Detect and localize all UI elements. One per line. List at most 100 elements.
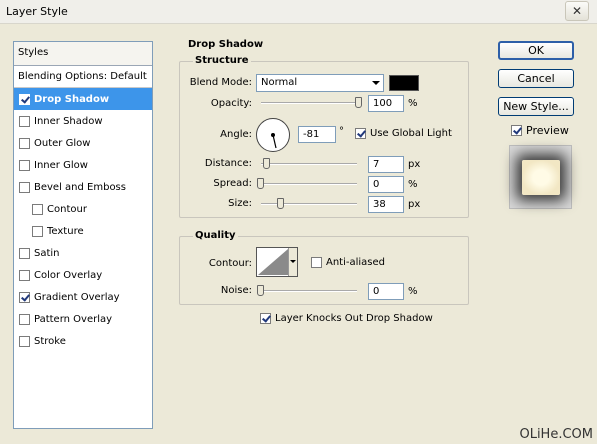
style-item-stroke[interactable]: Stroke	[14, 330, 152, 352]
shadow-color-swatch[interactable]	[389, 75, 419, 91]
angle-dial[interactable]	[256, 118, 290, 152]
style-checkbox-stroke[interactable]	[19, 335, 30, 347]
distance-field[interactable]: 7	[368, 156, 404, 173]
size-unit: px	[408, 199, 421, 210]
styles-header: Styles	[14, 42, 152, 66]
cancel-button[interactable]: Cancel	[498, 69, 574, 88]
section-title: Drop Shadow	[186, 39, 266, 50]
close-icon: ✕	[571, 4, 583, 18]
preview-checkbox[interactable]: Preview	[511, 124, 569, 137]
style-checkbox-gradient-overlay[interactable]	[19, 291, 30, 303]
style-item-label: Drop Shadow	[34, 93, 110, 105]
angle-unit: °	[339, 126, 344, 137]
use-global-light-check[interactable]	[355, 128, 366, 139]
style-checkbox-color-overlay[interactable]	[19, 269, 30, 281]
noise-label: Noise:	[220, 285, 252, 296]
style-checkbox-drop-shadow[interactable]	[19, 93, 30, 105]
opacity-label: Opacity:	[210, 98, 252, 109]
opacity-slider[interactable]	[261, 102, 362, 104]
style-item-inner-glow[interactable]: Inner Glow	[14, 154, 152, 176]
style-checkbox-contour[interactable]	[32, 203, 43, 215]
style-checkbox-bevel-and-emboss[interactable]	[19, 181, 30, 193]
style-item-bevel-and-emboss[interactable]: Bevel and Emboss	[14, 176, 152, 198]
new-style-button[interactable]: New Style...	[498, 97, 574, 116]
style-checkbox-satin[interactable]	[19, 247, 30, 259]
spread-unit: %	[408, 179, 418, 190]
watermark: OLiHe.COM	[519, 427, 593, 442]
style-item-label: Stroke	[34, 335, 66, 347]
style-item-label: Gradient Overlay	[34, 291, 120, 303]
contour-curve-icon	[258, 249, 288, 275]
style-item-drop-shadow[interactable]: Drop Shadow	[14, 88, 152, 110]
style-item-label: Inner Shadow	[34, 115, 103, 127]
window-title: Layer Style	[6, 5, 68, 18]
style-item-label: Texture	[47, 225, 84, 237]
style-checkbox-inner-shadow[interactable]	[19, 115, 30, 127]
knocks-out-checkbox[interactable]: Layer Knocks Out Drop Shadow	[260, 313, 433, 324]
style-item-gradient-overlay[interactable]: Gradient Overlay	[14, 286, 152, 308]
spread-slider-thumb[interactable]	[257, 178, 264, 189]
blend-mode-select[interactable]: Normal	[256, 74, 384, 92]
preview-swatch	[522, 160, 560, 195]
anti-aliased-checkbox[interactable]: Anti-aliased	[311, 257, 385, 268]
knocks-out-check[interactable]	[260, 313, 271, 324]
style-item-texture[interactable]: Texture	[14, 220, 152, 242]
style-item-outer-glow[interactable]: Outer Glow	[14, 132, 152, 154]
size-field[interactable]: 38	[368, 196, 404, 213]
close-button[interactable]: ✕	[565, 1, 589, 21]
angle-label: Angle:	[220, 129, 252, 140]
preview-label: Preview	[526, 124, 569, 137]
noise-slider-thumb[interactable]	[257, 285, 264, 296]
styles-list: Styles Blending Options: Default Drop Sh…	[13, 41, 153, 429]
opacity-unit: %	[408, 98, 418, 109]
knocks-out-label: Layer Knocks Out Drop Shadow	[275, 313, 433, 324]
style-item-pattern-overlay[interactable]: Pattern Overlay	[14, 308, 152, 330]
distance-unit: px	[408, 159, 421, 170]
chevron-down-icon	[372, 81, 380, 85]
preview-check[interactable]	[511, 125, 522, 136]
spread-field[interactable]: 0	[368, 176, 404, 193]
style-item-label: Satin	[34, 247, 60, 259]
style-checkbox-pattern-overlay[interactable]	[19, 313, 30, 325]
contour-picker[interactable]	[256, 247, 298, 277]
style-checkbox-inner-glow[interactable]	[19, 159, 30, 171]
use-global-light-checkbox[interactable]: Use Global Light	[355, 128, 452, 139]
opacity-slider-thumb[interactable]	[355, 97, 362, 108]
style-item-label: Contour	[47, 203, 87, 215]
noise-slider[interactable]	[261, 290, 357, 292]
style-item-label: Color Overlay	[34, 269, 103, 281]
quality-title: Quality	[193, 230, 238, 241]
noise-field[interactable]: 0	[368, 283, 404, 300]
blend-mode-value: Normal	[261, 77, 298, 88]
ok-button[interactable]: OK	[498, 41, 574, 60]
angle-field[interactable]: -81	[298, 126, 336, 143]
spread-slider[interactable]	[261, 183, 357, 185]
style-item-label: Pattern Overlay	[34, 313, 113, 325]
distance-slider-thumb[interactable]	[263, 158, 270, 169]
style-item-label: Outer Glow	[34, 137, 91, 149]
style-checkbox-outer-glow[interactable]	[19, 137, 30, 149]
contour-label: Contour:	[208, 258, 252, 269]
style-item-inner-shadow[interactable]: Inner Shadow	[14, 110, 152, 132]
use-global-light-label: Use Global Light	[370, 128, 452, 139]
opacity-field[interactable]: 100	[368, 95, 404, 112]
anti-aliased-check[interactable]	[311, 257, 322, 268]
preview-thumbnail	[509, 145, 572, 209]
size-slider-thumb[interactable]	[277, 198, 284, 209]
distance-slider[interactable]	[261, 163, 357, 165]
title-bar: Layer Style ✕	[0, 0, 597, 24]
size-slider[interactable]	[261, 203, 357, 205]
style-checkbox-texture[interactable]	[32, 225, 43, 237]
contour-dropdown-button[interactable]	[288, 248, 297, 276]
structure-title: Structure	[193, 55, 251, 66]
style-item-color-overlay[interactable]: Color Overlay	[14, 264, 152, 286]
size-label: Size:	[228, 198, 252, 209]
style-item-label: Bevel and Emboss	[34, 181, 126, 193]
style-item-satin[interactable]: Satin	[14, 242, 152, 264]
style-item-label: Inner Glow	[34, 159, 88, 171]
distance-label: Distance:	[204, 158, 252, 169]
anti-aliased-label: Anti-aliased	[326, 257, 386, 268]
angle-indicator-icon	[271, 133, 277, 149]
style-item-contour[interactable]: Contour	[14, 198, 152, 220]
blending-options-item[interactable]: Blending Options: Default	[14, 66, 152, 88]
